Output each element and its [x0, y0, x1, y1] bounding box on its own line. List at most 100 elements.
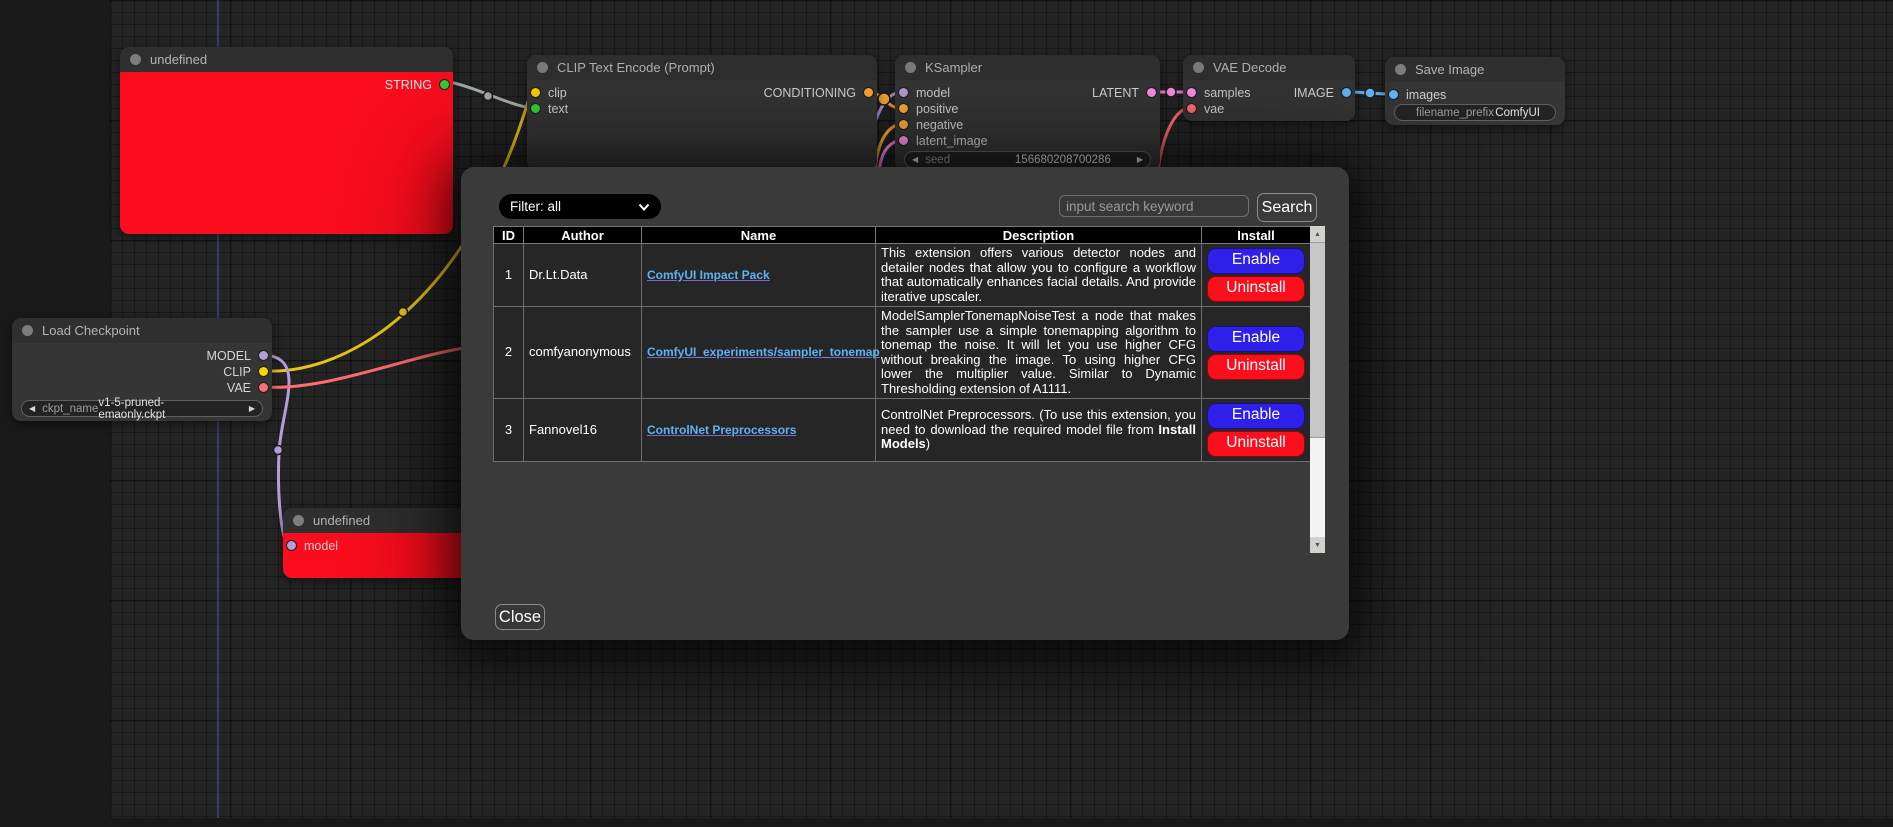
- decrement-arrow-icon[interactable]: ◀: [29, 405, 35, 413]
- search-input[interactable]: [1059, 195, 1249, 217]
- widget-value: ComfyUI: [1495, 107, 1540, 119]
- widget-value: v1-5-pruned-emaonly.ckpt: [98, 397, 222, 421]
- manager-dialog: Filter: all Search ID Author Name Descri…: [461, 167, 1349, 640]
- enable-button[interactable]: Enable: [1207, 403, 1305, 429]
- cell-description: ModelSamplerTonemapNoiseTest a node that…: [876, 307, 1202, 399]
- input-label: latent_image: [916, 134, 988, 148]
- widget-label: seed: [925, 154, 950, 166]
- filename-prefix-widget[interactable]: filename_prefix ComfyUI: [1394, 104, 1556, 121]
- output-pin-latent[interactable]: [1146, 87, 1157, 98]
- extension-link[interactable]: ComfyUI Impact Pack: [647, 268, 770, 282]
- cell-id: 1: [494, 244, 524, 307]
- column-header-name: Name: [642, 227, 876, 244]
- input-label: negative: [916, 118, 963, 132]
- input-pin-samples[interactable]: [1186, 87, 1197, 98]
- extension-link[interactable]: ControlNet Preprocessors: [647, 423, 796, 437]
- filter-select[interactable]: Filter: all: [499, 194, 661, 219]
- node-ksampler[interactable]: KSampler model LATENT positive negative: [895, 55, 1160, 170]
- reroute-dot-clip[interactable]: [399, 308, 408, 317]
- node-vae-decode[interactable]: VAE Decode samples IMAGE vae: [1183, 55, 1355, 121]
- output-pin-model[interactable]: [258, 350, 269, 361]
- cell-id: 2: [494, 307, 524, 399]
- table-row: 3 Fannovel16 ControlNet Preprocessors Co…: [494, 399, 1311, 462]
- node-undefined-top[interactable]: undefined STRING: [120, 47, 453, 234]
- input-label: model: [916, 86, 950, 100]
- reroute-dot-string[interactable]: [484, 92, 493, 101]
- node-header: Load Checkpoint: [12, 318, 272, 343]
- reroute-dot-image[interactable]: [1365, 88, 1375, 98]
- uninstall-button[interactable]: Uninstall: [1207, 354, 1305, 380]
- scrollbar-thumb[interactable]: [1310, 242, 1325, 438]
- reroute-dot-latent[interactable]: [1166, 87, 1176, 97]
- node-title: Save Image: [1415, 62, 1484, 77]
- node-header: undefined: [120, 47, 453, 72]
- collapse-dot[interactable]: [22, 325, 33, 336]
- collapse-dot[interactable]: [1193, 62, 1204, 73]
- ckpt-name-widget[interactable]: ◀ ckpt_name v1-5-pruned-emaonly.ckpt ▶: [21, 400, 263, 417]
- collapse-dot[interactable]: [130, 54, 141, 65]
- output-label: CLIP: [223, 365, 251, 379]
- collapse-dot[interactable]: [905, 62, 916, 73]
- output-pin-clip[interactable]: [258, 366, 269, 377]
- node-body: images filename_prefix ComfyUI: [1385, 82, 1565, 125]
- node-title: KSampler: [925, 60, 982, 75]
- node-title: undefined: [313, 513, 370, 528]
- enable-button[interactable]: Enable: [1207, 326, 1305, 352]
- node-load-checkpoint[interactable]: Load Checkpoint MODEL CLIP VAE: [12, 318, 272, 421]
- collapse-dot[interactable]: [1395, 64, 1406, 75]
- widget-label: ckpt_name: [42, 403, 98, 415]
- close-button[interactable]: Close: [495, 604, 545, 630]
- extension-link[interactable]: ComfyUI_experiments/sampler_tonemap: [647, 345, 880, 359]
- cell-author: comfyanonymous: [524, 307, 642, 399]
- increment-arrow-icon[interactable]: ▶: [1137, 156, 1143, 164]
- output-pin-conditioning[interactable]: [863, 87, 874, 98]
- input-pin-clip[interactable]: [530, 87, 541, 98]
- collapse-dot[interactable]: [537, 62, 548, 73]
- decrement-arrow-icon[interactable]: ◀: [912, 156, 918, 164]
- node-save-image[interactable]: Save Image images filename_prefix ComfyU…: [1385, 57, 1565, 125]
- output-label: LATENT: [1092, 86, 1139, 100]
- node-title: CLIP Text Encode (Prompt): [557, 60, 715, 75]
- enable-button[interactable]: Enable: [1207, 248, 1305, 274]
- increment-arrow-icon[interactable]: ▶: [249, 405, 255, 413]
- node-header: CLIP Text Encode (Prompt): [527, 55, 877, 80]
- extension-table: ID Author Name Description Install 1 Dr.…: [493, 226, 1310, 462]
- input-pin-latent-image[interactable]: [898, 135, 909, 146]
- output-pin-image[interactable]: [1341, 87, 1352, 98]
- node-body: MODEL CLIP VAE ◀ ckpt_name v1-5-prun: [12, 343, 272, 421]
- input-pin-text[interactable]: [530, 103, 541, 114]
- widget-value: 156680208700286: [1015, 154, 1111, 166]
- reroute-dot-model[interactable]: [274, 446, 283, 455]
- seed-widget[interactable]: ◀ seed 156680208700286 ▶: [904, 151, 1151, 168]
- scroll-down-arrow-icon[interactable]: ▼: [1310, 537, 1325, 553]
- output-label: VAE: [227, 381, 251, 395]
- uninstall-button[interactable]: Uninstall: [1207, 431, 1305, 457]
- column-header-author: Author: [524, 227, 642, 244]
- cell-author: Dr.Lt.Data: [524, 244, 642, 307]
- table-scrollbar[interactable]: ▲ ▼: [1310, 226, 1325, 553]
- input-label: clip: [548, 86, 567, 100]
- scroll-up-arrow-icon[interactable]: ▲: [1310, 226, 1325, 242]
- input-label: samples: [1204, 86, 1251, 100]
- node-clip-text-encode[interactable]: CLIP Text Encode (Prompt) clip CONDITION…: [527, 55, 877, 170]
- search-button[interactable]: Search: [1257, 193, 1317, 222]
- collapse-dot[interactable]: [293, 515, 304, 526]
- node-title: VAE Decode: [1213, 60, 1286, 75]
- node-header: VAE Decode: [1183, 55, 1355, 80]
- filter-selected-value: Filter: all: [510, 199, 561, 214]
- input-pin-negative[interactable]: [898, 119, 909, 130]
- output-pin-string[interactable]: [439, 79, 450, 90]
- input-pin-vae[interactable]: [1186, 103, 1197, 114]
- column-header-install: Install: [1202, 227, 1311, 244]
- node-body: model LATENT positive negative latent_im…: [895, 80, 1160, 170]
- input-pin-positive[interactable]: [898, 103, 909, 114]
- uninstall-button[interactable]: Uninstall: [1207, 276, 1305, 302]
- input-pin-model[interactable]: [286, 540, 297, 551]
- output-pin-vae[interactable]: [258, 382, 269, 393]
- reroute-dot-conditioning[interactable]: [878, 93, 890, 105]
- widget-label: filename_prefix: [1416, 107, 1494, 119]
- output-label: MODEL: [207, 349, 251, 363]
- input-pin-images[interactable]: [1388, 89, 1399, 100]
- input-label: images: [1406, 88, 1446, 102]
- input-pin-model[interactable]: [898, 87, 909, 98]
